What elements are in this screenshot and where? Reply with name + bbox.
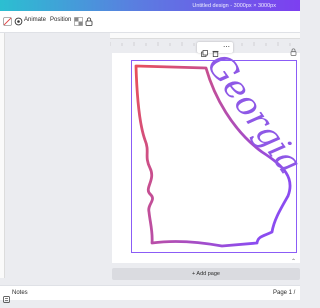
selection-frame[interactable] (131, 60, 297, 253)
add-page-button[interactable]: + Add page (112, 268, 300, 280)
bottom-bar: Notes Page 1 / (0, 285, 300, 303)
trash-icon[interactable] (212, 44, 219, 62)
page-options-icon[interactable]: ⌃ (291, 258, 296, 265)
notes-button[interactable]: Notes (12, 290, 28, 296)
notes-icon[interactable] (3, 290, 10, 308)
element-floating-toolbar: ⋯ (197, 42, 233, 57)
page-indicator[interactable]: Page 1 / (273, 290, 295, 296)
duplicate-icon[interactable] (201, 44, 208, 62)
more-options-icon[interactable]: ⋯ (223, 43, 230, 51)
page-lock-icon[interactable] (290, 43, 297, 61)
